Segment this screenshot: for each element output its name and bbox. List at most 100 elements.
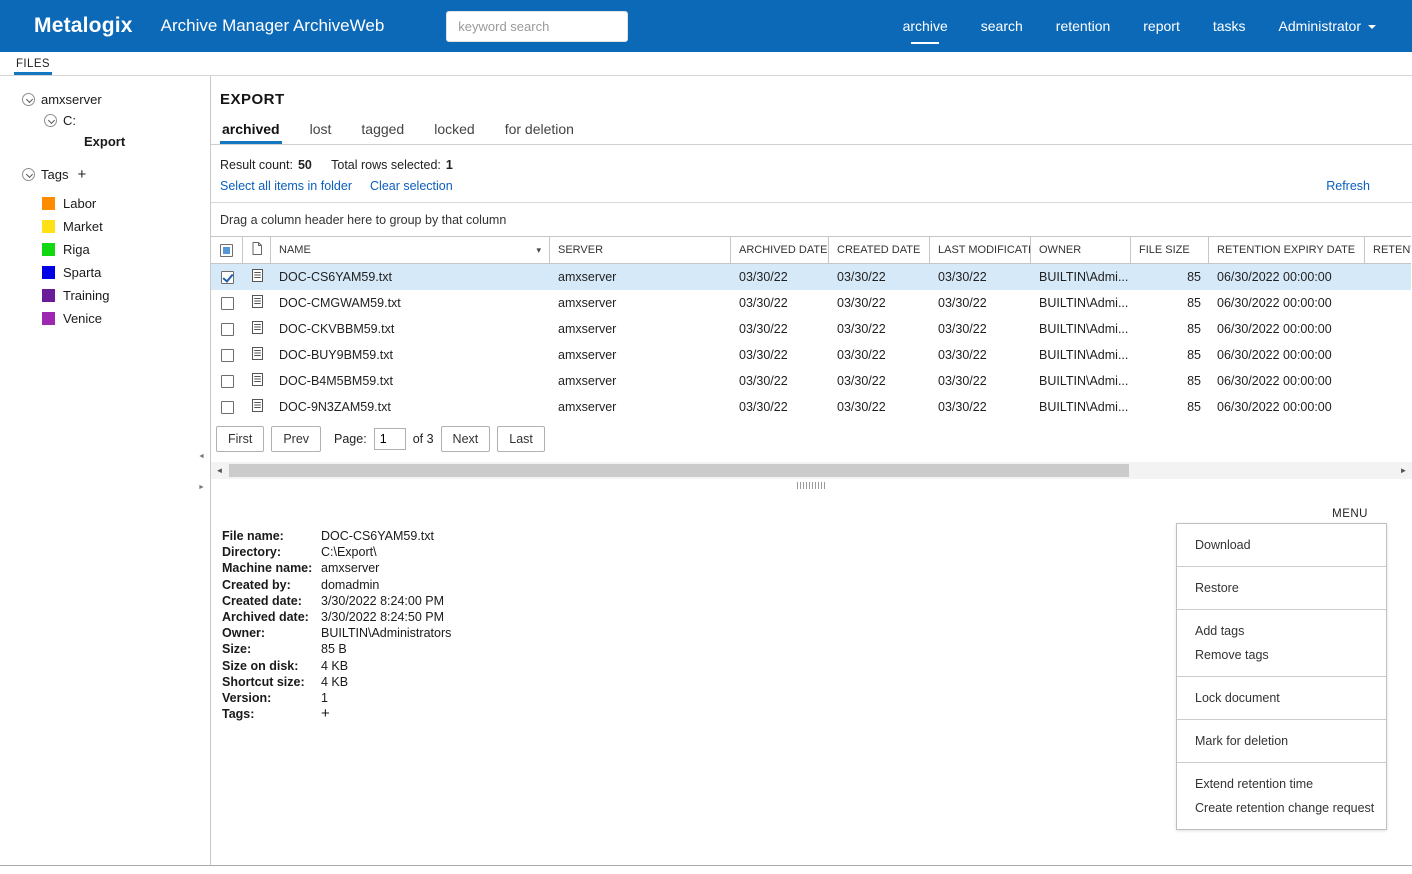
menu-item-restore[interactable]: Restore [1177, 576, 1386, 600]
last-page-button[interactable]: Last [497, 426, 545, 452]
column-header-retention-expiry[interactable]: RETENTION EXPIRY DATE [1209, 237, 1365, 263]
table-row[interactable]: DOC-CMGWAM59.txt amxserver 03/30/22 03/3… [211, 290, 1411, 316]
sidebar-tag-labor[interactable]: Labor [0, 192, 210, 215]
tree-label-folder: Export [84, 134, 125, 149]
select-all-link[interactable]: Select all items in folder [220, 179, 352, 193]
files-tab-bar: FILES [0, 52, 1412, 76]
table-row[interactable]: DOC-B4M5BM59.txt amxserver 03/30/22 03/3… [211, 368, 1411, 394]
cell-owner: BUILTIN\Admi... [1031, 394, 1131, 420]
tab-lost[interactable]: lost [308, 115, 334, 144]
cell-retention-truncated [1365, 264, 1411, 290]
row-checkbox[interactable] [221, 271, 234, 284]
table-row[interactable]: DOC-BUY9BM59.txt amxserver 03/30/22 03/3… [211, 342, 1411, 368]
metalogix-logo: Metalogix [34, 14, 133, 38]
nav-item-administrator[interactable]: Administrator [1279, 18, 1376, 34]
column-menu-icon[interactable]: ▾ [536, 245, 541, 256]
doc-type-column-header[interactable] [243, 237, 271, 263]
tab-for-deletion[interactable]: for deletion [503, 115, 576, 144]
splitter-handle[interactable] [211, 479, 1412, 492]
select-all-checkbox[interactable] [220, 244, 233, 257]
splitter-collapse-left-icon[interactable]: ◄ [198, 453, 205, 460]
clear-selection-link[interactable]: Clear selection [370, 179, 453, 193]
document-icon [252, 269, 263, 285]
tab-tagged[interactable]: tagged [359, 115, 406, 144]
page-number-input[interactable] [374, 428, 406, 450]
horizontal-scrollbar[interactable]: ◄ ► [211, 462, 1412, 479]
scroll-right-arrow[interactable]: ► [1395, 462, 1412, 479]
file-details-panel: File name:DOC-CS6YAM59.txtDirectory:C:\E… [211, 492, 1412, 852]
nav-item-retention[interactable]: retention [1056, 18, 1110, 34]
detail-label: Size: [222, 641, 321, 657]
table-row[interactable]: DOC-CS6YAM59.txt amxserver 03/30/22 03/3… [211, 264, 1411, 290]
expand-collapse-icon[interactable] [22, 168, 35, 181]
splitter-collapse-right-icon[interactable]: ► [198, 484, 205, 491]
sidebar-tag-venice[interactable]: Venice [0, 307, 210, 330]
cell-file-size: 85 [1131, 264, 1209, 290]
tab-archived[interactable]: archived [220, 115, 282, 144]
cell-file-size: 85 [1131, 342, 1209, 368]
row-checkbox[interactable] [221, 349, 234, 362]
cell-owner: BUILTIN\Admi... [1031, 290, 1131, 316]
cell-archived-date: 03/30/22 [731, 368, 829, 394]
tree-item-c-drive[interactable]: C: [0, 110, 210, 131]
expand-collapse-icon[interactable] [44, 114, 57, 127]
table-row[interactable]: DOC-CKVBBM59.txt amxserver 03/30/22 03/3… [211, 316, 1411, 342]
tree-item-amxserver[interactable]: amxserver [0, 89, 210, 110]
cell-retention-expiry: 06/30/2022 00:00:00 [1209, 394, 1365, 420]
column-header-server[interactable]: SERVER [550, 237, 731, 263]
column-header-retention-truncated[interactable]: RETENT [1365, 237, 1411, 263]
sidebar-tag-training[interactable]: Training [0, 284, 210, 307]
cell-server: amxserver [550, 368, 731, 394]
select-all-checkbox-cell[interactable] [211, 237, 243, 263]
nav-item-archive[interactable]: archive [903, 18, 948, 34]
prev-page-button[interactable]: Prev [271, 426, 321, 452]
first-page-button[interactable]: First [216, 426, 264, 452]
column-header-last-modification[interactable]: LAST MODIFICATI [930, 237, 1031, 263]
column-header-archived-date[interactable]: ARCHIVED DATE [731, 237, 829, 263]
refresh-link[interactable]: Refresh [1326, 179, 1370, 193]
menu-item-add-tags[interactable]: Add tags [1177, 619, 1386, 643]
table-header: NAME ▾ SERVER ARCHIVED DATE CREATED DATE… [211, 237, 1411, 264]
column-header-created-date[interactable]: CREATED DATE [829, 237, 930, 263]
menu-item-extend-retention-time[interactable]: Extend retention time [1177, 772, 1386, 796]
expand-collapse-icon[interactable] [22, 93, 35, 106]
add-tag-button[interactable]: + [77, 168, 86, 181]
scrollbar-thumb[interactable] [229, 464, 1129, 477]
cell-retention-expiry: 06/30/2022 00:00:00 [1209, 368, 1365, 394]
row-checkbox[interactable] [221, 297, 234, 310]
cell-created-date: 03/30/22 [829, 368, 930, 394]
menu-item-create-retention-change-request[interactable]: Create retention change request [1177, 796, 1386, 820]
menu-item-mark-for-deletion[interactable]: Mark for deletion [1177, 729, 1386, 753]
sidebar-tag-market[interactable]: Market [0, 215, 210, 238]
menu-item-remove-tags[interactable]: Remove tags [1177, 643, 1386, 667]
tree-item-export[interactable]: Export [0, 131, 210, 152]
menu-item-lock-document[interactable]: Lock document [1177, 686, 1386, 710]
cell-server: amxserver [550, 290, 731, 316]
page-title: EXPORT [220, 91, 1412, 108]
tag-label: Riga [63, 242, 90, 257]
keyword-search-input[interactable] [446, 11, 628, 42]
column-header-owner[interactable]: OWNER [1031, 237, 1131, 263]
sidebar-tag-sparta[interactable]: Sparta [0, 261, 210, 284]
nav-item-tasks[interactable]: tasks [1213, 18, 1246, 34]
cell-server: amxserver [550, 342, 731, 368]
tab-locked[interactable]: locked [432, 115, 476, 144]
cell-owner: BUILTIN\Admi... [1031, 342, 1131, 368]
next-page-button[interactable]: Next [441, 426, 491, 452]
tags-label: Tags [41, 167, 68, 182]
row-checkbox[interactable] [221, 375, 234, 388]
nav-item-report[interactable]: report [1143, 18, 1180, 34]
tree-item-tags[interactable]: Tags + [0, 164, 210, 185]
column-header-file-size[interactable]: FILE SIZE [1131, 237, 1209, 263]
sidebar-tag-riga[interactable]: Riga [0, 238, 210, 261]
group-by-drop-zone[interactable]: Drag a column header here to group by th… [211, 203, 1412, 236]
menu-item-download[interactable]: Download [1177, 533, 1386, 557]
column-header-name[interactable]: NAME ▾ [271, 237, 550, 263]
scroll-left-arrow[interactable]: ◄ [211, 462, 228, 479]
tab-files[interactable]: FILES [14, 55, 52, 75]
cell-retention-truncated [1365, 394, 1411, 420]
table-row[interactable]: DOC-9N3ZAM59.txt amxserver 03/30/22 03/3… [211, 394, 1411, 420]
row-checkbox[interactable] [221, 323, 234, 336]
row-checkbox[interactable] [221, 401, 234, 414]
nav-item-search[interactable]: search [981, 18, 1023, 34]
